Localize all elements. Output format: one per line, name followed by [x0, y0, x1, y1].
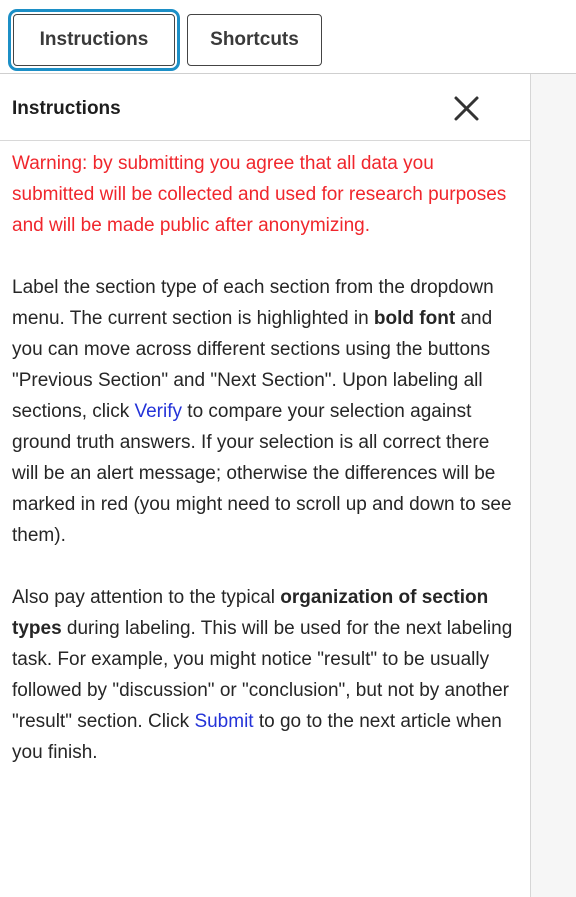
- right-gutter: [531, 74, 576, 897]
- instructions-content: Warning: by submitting you agree that al…: [12, 148, 517, 799]
- close-button[interactable]: [446, 92, 486, 128]
- verify-link[interactable]: Verify: [134, 401, 182, 422]
- instructions-paragraph-1: Label the section type of each section f…: [12, 272, 517, 551]
- tab-shortcuts-label: Shortcuts: [210, 29, 299, 50]
- para2-text-1: Also pay attention to the typical: [12, 587, 281, 608]
- panel-header: Instructions: [0, 74, 530, 141]
- tab-shortcuts[interactable]: Shortcuts: [187, 14, 322, 66]
- para1-bold: bold font: [373, 308, 456, 329]
- para1-text-3: to compare your selection against ground…: [12, 401, 512, 546]
- instructions-paragraph-2: Also pay attention to the typical organi…: [12, 582, 517, 768]
- close-icon: [454, 96, 479, 121]
- tab-instructions[interactable]: Instructions: [8, 9, 180, 71]
- tab-instructions-label: Instructions: [39, 29, 149, 50]
- instructions-panel: Instructions Warning: by submitting you …: [0, 74, 531, 897]
- tab-bar: Instructions Shortcuts: [0, 0, 576, 74]
- panel-title: Instructions: [12, 98, 121, 119]
- warning-text: Warning: by submitting you agree that al…: [12, 153, 507, 236]
- submit-link[interactable]: Submit: [194, 711, 253, 732]
